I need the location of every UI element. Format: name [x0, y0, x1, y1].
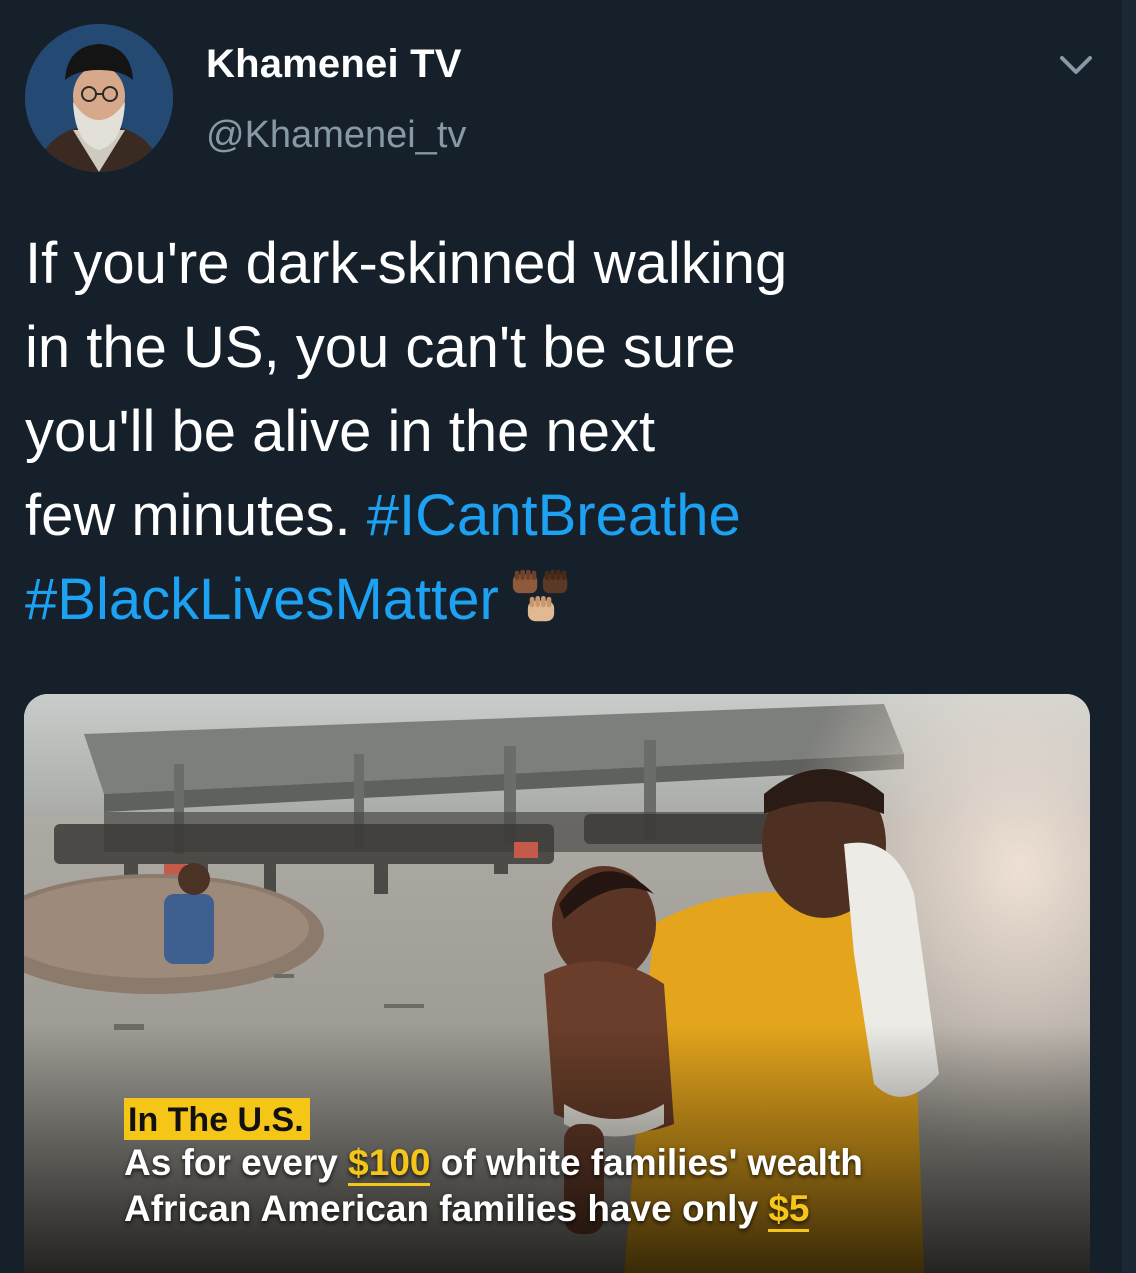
caption-amount: $5 [768, 1188, 810, 1232]
hashtag-icantbreathe[interactable]: #ICantBreathe [367, 483, 741, 548]
tweet-text-line: few minutes. [25, 483, 351, 548]
chevron-down-icon[interactable] [1056, 50, 1096, 82]
caption-text: African American families have only [124, 1188, 769, 1229]
display-name[interactable]: Khamenei TV [206, 42, 462, 87]
tweet-text-line-5: #BlackLivesMatter [25, 558, 1085, 648]
tweet-media[interactable]: In The U.S. As for every $100 of white f… [24, 694, 1090, 1273]
tweet-text-line: in the US, you can't be sure [25, 315, 736, 380]
caption-line-2: African American families have only $5 [124, 1186, 1084, 1232]
avatar[interactable] [25, 24, 173, 172]
tweet-text-line: you'll be alive in the next [25, 399, 656, 464]
user-handle[interactable]: @Khamenei_tv [206, 114, 466, 157]
side-strip [1122, 0, 1136, 1273]
caption-amount: $100 [348, 1142, 431, 1186]
tweet-text-line: If you're dark-skinned walking [25, 231, 788, 296]
video-caption: In The U.S. As for every $100 of white f… [124, 1098, 1084, 1232]
caption-line-1: As for every $100 of white families' wea… [124, 1140, 1084, 1186]
caption-title: In The U.S. [124, 1098, 310, 1140]
hashtag-blacklivesmatter[interactable]: #BlackLivesMatter [25, 567, 499, 632]
avatar-image [25, 24, 173, 172]
tweet-text: If you're dark-skinned walking in the US… [25, 222, 1085, 648]
raised-fists-emoji [511, 564, 571, 648]
tweet-card: Khamenei TV @Khamenei_tv If you're dark-… [0, 0, 1136, 1273]
tweet-text-line-4: few minutes. #ICantBreathe [25, 474, 1085, 558]
caption-text: of white families' wealth [430, 1142, 863, 1183]
caption-text: As for every [124, 1142, 349, 1183]
